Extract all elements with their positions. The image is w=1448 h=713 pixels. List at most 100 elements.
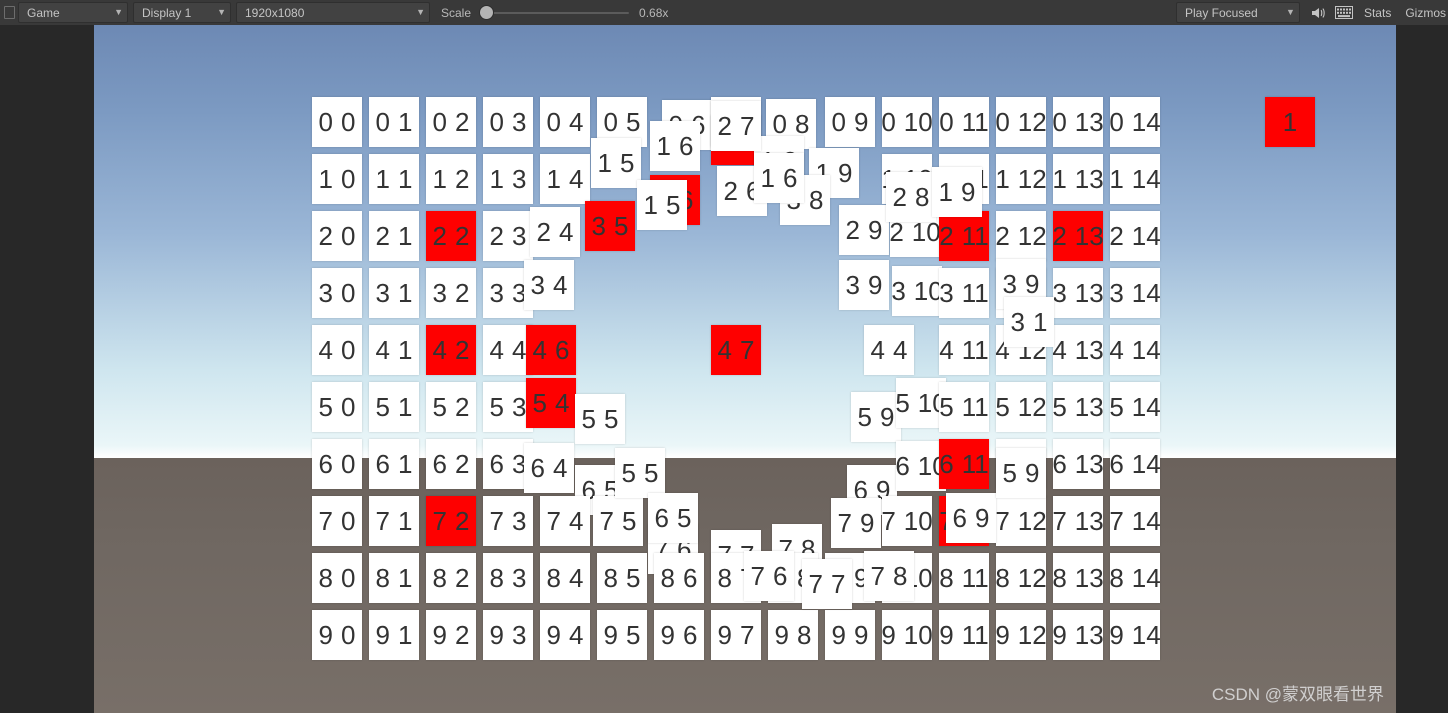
grid-tile-r5-c4[interactable]: 54 <box>526 378 576 428</box>
grid-tile-r0-c10[interactable]: 0 10 <box>881 97 933 147</box>
grid-tile-r0-c11[interactable]: 0 11 <box>939 97 989 147</box>
grid-tile-r4-c2[interactable]: 42 <box>426 325 476 375</box>
grid-tile-r9-c5[interactable]: 95 <box>597 610 647 660</box>
displaced-tile-2[interactable]: 15 <box>637 180 687 230</box>
displaced-tile-1[interactable]: 16 <box>754 153 804 203</box>
grid-tile-r1-c3[interactable]: 13 <box>483 154 533 204</box>
grid-tile-r2-c14[interactable]: 2 14 <box>1109 211 1161 261</box>
view-mode-dropdown[interactable]: Game ▼ <box>18 2 128 23</box>
grid-tile-r6-c4[interactable]: 64 <box>524 443 574 493</box>
displaced-tile-6[interactable]: 65 <box>648 493 698 543</box>
grid-tile-r6-c1[interactable]: 61 <box>369 439 419 489</box>
grid-tile-r8-c12[interactable]: 8 12 <box>995 553 1047 603</box>
grid-tile-r1-c1[interactable]: 11 <box>369 154 419 204</box>
grid-tile-r8-c6[interactable]: 86 <box>654 553 704 603</box>
game-viewport[interactable]: 0001020304050607080901001101201301410111… <box>94 25 1396 713</box>
keyboard-icon[interactable] <box>1332 3 1356 22</box>
grid-tile-r5-c1[interactable]: 51 <box>369 382 419 432</box>
grid-tile-r9-c6[interactable]: 96 <box>654 610 704 660</box>
displaced-tile-10[interactable]: 69 <box>946 493 996 543</box>
grid-tile-r1-c4[interactable]: 14 <box>540 154 590 204</box>
grid-tile-r1-c5[interactable]: 15 <box>591 138 641 188</box>
displaced-tile-7[interactable]: 76 <box>744 551 794 601</box>
grid-tile-r6-c13[interactable]: 6 13 <box>1052 439 1104 489</box>
grid-tile-r3-c2[interactable]: 32 <box>426 268 476 318</box>
grid-tile-r9-c12[interactable]: 9 12 <box>995 610 1047 660</box>
grid-tile-r9-c9[interactable]: 99 <box>825 610 875 660</box>
grid-tile-r3-c4[interactable]: 34 <box>524 260 574 310</box>
grid-tile-r7-c10[interactable]: 7 10 <box>881 496 933 546</box>
displaced-tile-3[interactable]: 28 <box>886 172 936 222</box>
grid-tile-r2-c1[interactable]: 21 <box>369 211 419 261</box>
grid-tile-r2-c13[interactable]: 2 13 <box>1052 211 1104 261</box>
grid-tile-r2-c2[interactable]: 22 <box>426 211 476 261</box>
grid-tile-r0-c2[interactable]: 02 <box>426 97 476 147</box>
grid-tile-r8-c14[interactable]: 8 14 <box>1109 553 1161 603</box>
grid-tile-r5-c2[interactable]: 52 <box>426 382 476 432</box>
grid-tile-r9-c8[interactable]: 98 <box>768 610 818 660</box>
scale-slider[interactable] <box>479 3 630 22</box>
stats-button[interactable]: Stats <box>1357 3 1398 22</box>
grid-tile-r9-c2[interactable]: 92 <box>426 610 476 660</box>
grid-tile-r0-c9[interactable]: 09 <box>825 97 875 147</box>
grid-tile-r7-c1[interactable]: 71 <box>369 496 419 546</box>
grid-tile-r5-c14[interactable]: 5 14 <box>1109 382 1161 432</box>
grid-tile-r9-c0[interactable]: 90 <box>312 610 362 660</box>
speaker-icon[interactable] <box>1306 3 1330 22</box>
scale-slider-knob[interactable] <box>479 5 495 20</box>
grid-tile-r7-c14[interactable]: 7 14 <box>1109 496 1161 546</box>
grid-tile-r0-c0[interactable]: 00 <box>312 97 362 147</box>
grid-tile-r7-c0[interactable]: 70 <box>312 496 362 546</box>
grid-tile-r2-c0[interactable]: 20 <box>312 211 362 261</box>
grid-tile-r9-c13[interactable]: 9 13 <box>1052 610 1104 660</box>
grid-tile-r8-c5[interactable]: 85 <box>597 553 647 603</box>
grid-tile-r1-c13[interactable]: 1 13 <box>1052 154 1104 204</box>
grid-tile-r0-c4[interactable]: 04 <box>540 97 590 147</box>
grid-tile-r8-c4[interactable]: 84 <box>540 553 590 603</box>
grid-tile-r2-c12[interactable]: 2 12 <box>995 211 1047 261</box>
grid-tile-r3-c14[interactable]: 3 14 <box>1109 268 1161 318</box>
displaced-tile-9[interactable]: 78 <box>864 551 914 601</box>
grid-tile-r3-c11[interactable]: 3 11 <box>939 268 989 318</box>
grid-tile-r8-c2[interactable]: 82 <box>426 553 476 603</box>
displaced-tile-4[interactable]: 19 <box>932 167 982 217</box>
play-mode-dropdown[interactable]: Play Focused ▼ <box>1175 2 1300 23</box>
grid-tile-r8-c1[interactable]: 81 <box>369 553 419 603</box>
displaced-tile-11[interactable]: 59 <box>996 448 1046 498</box>
grid-tile-r2-c3[interactable]: 23 <box>483 211 533 261</box>
grid-tile-r4-c7[interactable]: 47 <box>711 325 761 375</box>
grid-tile-r7-c3[interactable]: 73 <box>483 496 533 546</box>
grid-tile-r0-c3[interactable]: 03 <box>483 97 533 147</box>
grid-tile-r7-c12[interactable]: 7 12 <box>995 496 1047 546</box>
grid-tile-r4-c0[interactable]: 40 <box>312 325 362 375</box>
grid-tile-r9-c10[interactable]: 9 10 <box>881 610 933 660</box>
floating-tile[interactable]: 1 <box>1265 97 1315 147</box>
displaced-tile-8[interactable]: 77 <box>802 559 852 609</box>
grid-tile-r8-c13[interactable]: 8 13 <box>1052 553 1104 603</box>
grid-tile-r9-c7[interactable]: 97 <box>711 610 761 660</box>
grid-tile-r8-c0[interactable]: 80 <box>312 553 362 603</box>
grid-tile-r5-c9[interactable]: 59 <box>851 392 901 442</box>
grid-tile-r3-c10[interactable]: 3 10 <box>891 266 943 316</box>
grid-tile-r7-c9[interactable]: 79 <box>831 498 881 548</box>
grid-tile-r4-c13[interactable]: 4 13 <box>1052 325 1104 375</box>
grid-tile-r5-c5[interactable]: 55 <box>575 394 625 444</box>
grid-tile-r3-c13[interactable]: 3 13 <box>1052 268 1104 318</box>
scale-control[interactable]: Scale 0.68x <box>441 3 673 22</box>
grid-tile-r5-c11[interactable]: 5 11 <box>939 382 989 432</box>
grid-tile-r9-c11[interactable]: 9 11 <box>939 610 989 660</box>
grid-tile-r0-c13[interactable]: 0 13 <box>1052 97 1104 147</box>
grid-tile-r4-c1[interactable]: 41 <box>369 325 419 375</box>
displaced-tile-13[interactable]: 31 <box>1004 297 1054 347</box>
grid-tile-r5-c13[interactable]: 5 13 <box>1052 382 1104 432</box>
grid-tile-r6-c0[interactable]: 60 <box>312 439 362 489</box>
grid-tile-r9-c14[interactable]: 9 14 <box>1109 610 1161 660</box>
display-dropdown[interactable]: Display 1 ▼ <box>133 2 231 23</box>
grid-tile-r7-c5[interactable]: 75 <box>593 496 643 546</box>
grid-tile-r9-c4[interactable]: 94 <box>540 610 590 660</box>
gizmos-button[interactable]: Gizmos <box>1398 3 1448 22</box>
grid-tile-r0-c14[interactable]: 0 14 <box>1109 97 1161 147</box>
grid-tile-r6-c2[interactable]: 62 <box>426 439 476 489</box>
grid-tile-r1-c0[interactable]: 10 <box>312 154 362 204</box>
grid-tile-r1-c12[interactable]: 1 12 <box>995 154 1047 204</box>
